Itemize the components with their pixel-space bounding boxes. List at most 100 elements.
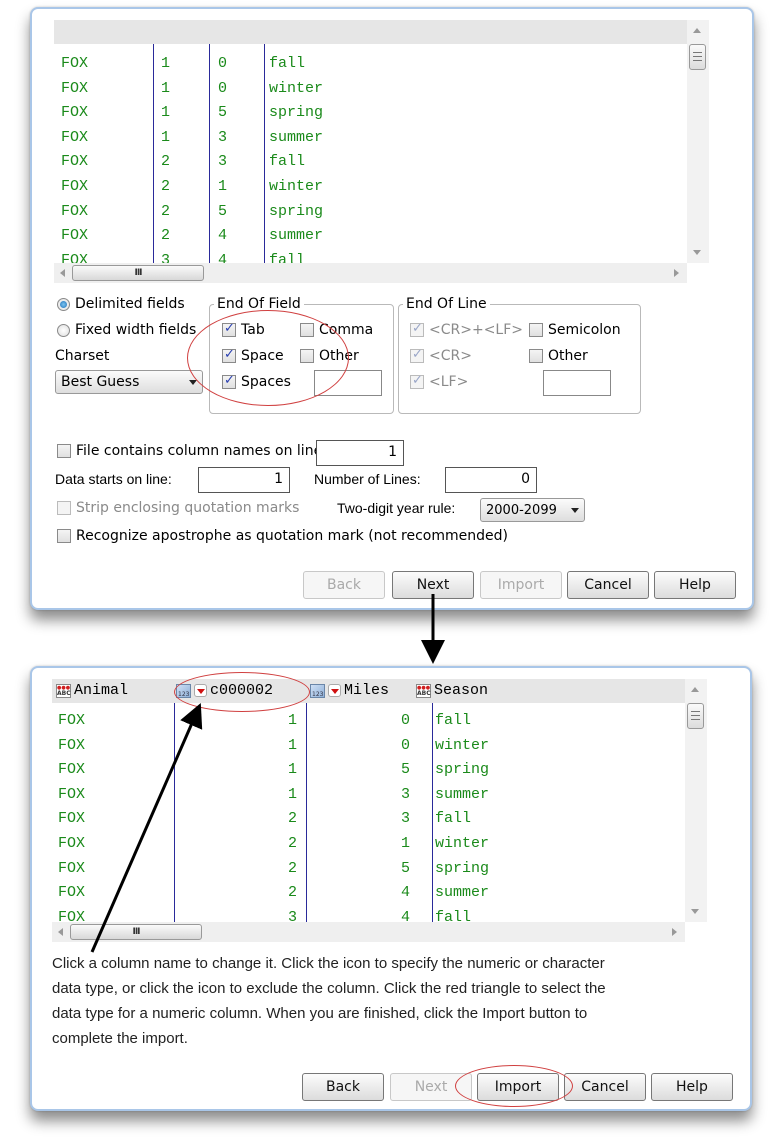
scroll-thumb[interactable]: III — [72, 265, 204, 281]
checkbox-unchecked-icon[interactable] — [57, 444, 71, 458]
table-row: FOX 1 5 spring — [52, 759, 685, 784]
delimited-fields-radio[interactable]: Delimited fields — [57, 296, 185, 312]
crlf-checkbox[interactable]: <CR>+<LF> — [410, 321, 523, 338]
table-cell: FOX — [61, 227, 89, 245]
checkbox-disabled-icon — [57, 501, 71, 515]
table-cell: FOX — [61, 153, 89, 171]
checkbox-unchecked-icon[interactable] — [300, 323, 314, 337]
import-button[interactable]: Import — [480, 571, 562, 599]
strip-quotes-checkbox[interactable]: Strip enclosing quotation marks — [57, 500, 299, 516]
other-field-input[interactable] — [314, 370, 382, 396]
table-cell: fall — [435, 712, 472, 729]
column-names-checkbox[interactable]: File contains column names on line: — [57, 443, 327, 459]
column-header-animal[interactable]: ●●● ABC Animal — [56, 682, 128, 699]
scroll-right-icon[interactable] — [672, 928, 677, 936]
checkbox-unchecked-icon[interactable] — [300, 349, 314, 363]
next-button[interactable]: Next — [390, 1073, 472, 1101]
tab-checkbox[interactable]: Tab — [222, 321, 265, 338]
next-button[interactable]: Next — [392, 571, 474, 599]
column-name[interactable]: Miles — [344, 682, 389, 699]
column-name[interactable]: c000002 — [210, 682, 273, 699]
table-cell: 1 — [287, 712, 297, 729]
radio-selected-icon[interactable] — [57, 297, 70, 311]
delimited-fields-label: Delimited fields — [75, 296, 185, 312]
lf-checkbox[interactable]: <LF> — [410, 373, 468, 390]
scroll-thumb[interactable]: III — [70, 924, 202, 940]
other-line-checkbox[interactable]: Other — [529, 348, 588, 364]
table-cell: fall — [435, 810, 472, 828]
grid-header — [54, 20, 687, 44]
table-row: FOX 3 4 fall — [54, 250, 687, 263]
table-row: FOX 1 5 spring — [54, 102, 687, 127]
help-button[interactable]: Help — [651, 1073, 733, 1101]
space-checkbox[interactable]: Space — [222, 347, 284, 364]
tab-label: Tab — [241, 322, 265, 338]
red-triangle-icon[interactable] — [194, 684, 207, 697]
spaces-checkbox[interactable]: Spaces — [222, 373, 291, 390]
red-triangle-icon[interactable] — [328, 684, 341, 697]
cancel-button[interactable]: Cancel — [564, 1073, 646, 1101]
apostrophe-checkbox[interactable]: Recognize apostrophe as quotation mark (… — [57, 528, 508, 544]
help-button[interactable]: Help — [654, 571, 736, 599]
scroll-thumb[interactable] — [689, 44, 706, 70]
cancel-button[interactable]: Cancel — [567, 571, 649, 599]
column-names-line-input[interactable]: 1 — [316, 440, 404, 466]
table-cell: 3 — [287, 908, 297, 922]
checkbox-checked-icon[interactable] — [222, 373, 236, 389]
back-button[interactable]: Back — [303, 571, 385, 599]
scroll-left-icon[interactable] — [58, 928, 63, 936]
checkbox-unchecked-icon[interactable] — [529, 349, 543, 363]
table-cell: FOX — [58, 908, 86, 922]
checkbox-unchecked-icon[interactable] — [57, 529, 71, 543]
scroll-down-icon[interactable] — [691, 909, 699, 914]
scroll-left-icon[interactable] — [60, 269, 65, 277]
table-cell: 1 — [287, 736, 297, 754]
column-name[interactable]: Season — [434, 682, 488, 699]
vertical-scrollbar[interactable] — [687, 20, 709, 263]
character-abc-icon[interactable]: ●●● ABC — [56, 683, 71, 698]
scroll-up-icon[interactable] — [693, 28, 701, 33]
number-of-lines-input[interactable]: 0 — [445, 467, 537, 493]
cr-checkbox[interactable]: <CR> — [410, 347, 472, 364]
character-abc-icon[interactable]: ●●● ABC — [416, 683, 431, 698]
table-row: FOX 1 0 fall — [52, 710, 685, 735]
table-cell: 1 — [161, 55, 171, 72]
table-cell: FOX — [58, 736, 86, 754]
scroll-down-icon[interactable] — [693, 250, 701, 255]
column-header-season[interactable]: ●●● ABC Season — [416, 682, 488, 699]
table-cell: summer — [269, 227, 324, 245]
other-field-checkbox[interactable]: Other — [300, 348, 359, 364]
table-cell: 1 — [287, 761, 297, 779]
other-line-label: Other — [548, 348, 588, 364]
table-cell: 2 — [287, 810, 297, 828]
data-starts-input[interactable]: 1 — [198, 467, 290, 493]
checkbox-checked-disabled-icon — [410, 373, 424, 389]
scroll-right-icon[interactable] — [674, 269, 679, 277]
horizontal-scrollbar[interactable]: III — [54, 263, 687, 283]
back-button[interactable]: Back — [302, 1073, 384, 1101]
import-button[interactable]: Import — [477, 1073, 559, 1101]
semicolon-checkbox[interactable]: Semicolon — [529, 322, 621, 338]
numeric-123-icon[interactable]: 123 — [310, 683, 325, 698]
column-header-c000002[interactable]: 123 c000002 — [176, 682, 273, 699]
scroll-up-icon[interactable] — [691, 687, 699, 692]
horizontal-scrollbar[interactable]: III — [52, 922, 685, 942]
other-line-input[interactable] — [543, 370, 611, 396]
checkbox-checked-icon[interactable] — [222, 347, 236, 363]
checkbox-unchecked-icon[interactable] — [529, 323, 543, 337]
table-cell: 4 — [400, 884, 410, 902]
column-header-miles[interactable]: 123 Miles — [310, 682, 389, 699]
scroll-thumb[interactable] — [687, 703, 704, 729]
numeric-123-icon[interactable]: 123 — [176, 683, 191, 698]
vertical-scrollbar[interactable] — [685, 679, 707, 922]
fixed-width-fields-radio[interactable]: Fixed width fields — [57, 322, 196, 338]
table-cell: FOX — [58, 761, 86, 779]
charset-select[interactable]: Best Guess — [55, 370, 203, 394]
table-cell: 5 — [400, 859, 410, 877]
comma-checkbox[interactable]: Comma — [300, 322, 373, 338]
table-cell: fall — [435, 908, 472, 922]
year-rule-select[interactable]: 2000-2099 — [480, 498, 585, 522]
column-name[interactable]: Animal — [74, 682, 128, 699]
checkbox-checked-icon[interactable] — [222, 321, 236, 337]
radio-unselected-icon[interactable] — [57, 323, 70, 337]
